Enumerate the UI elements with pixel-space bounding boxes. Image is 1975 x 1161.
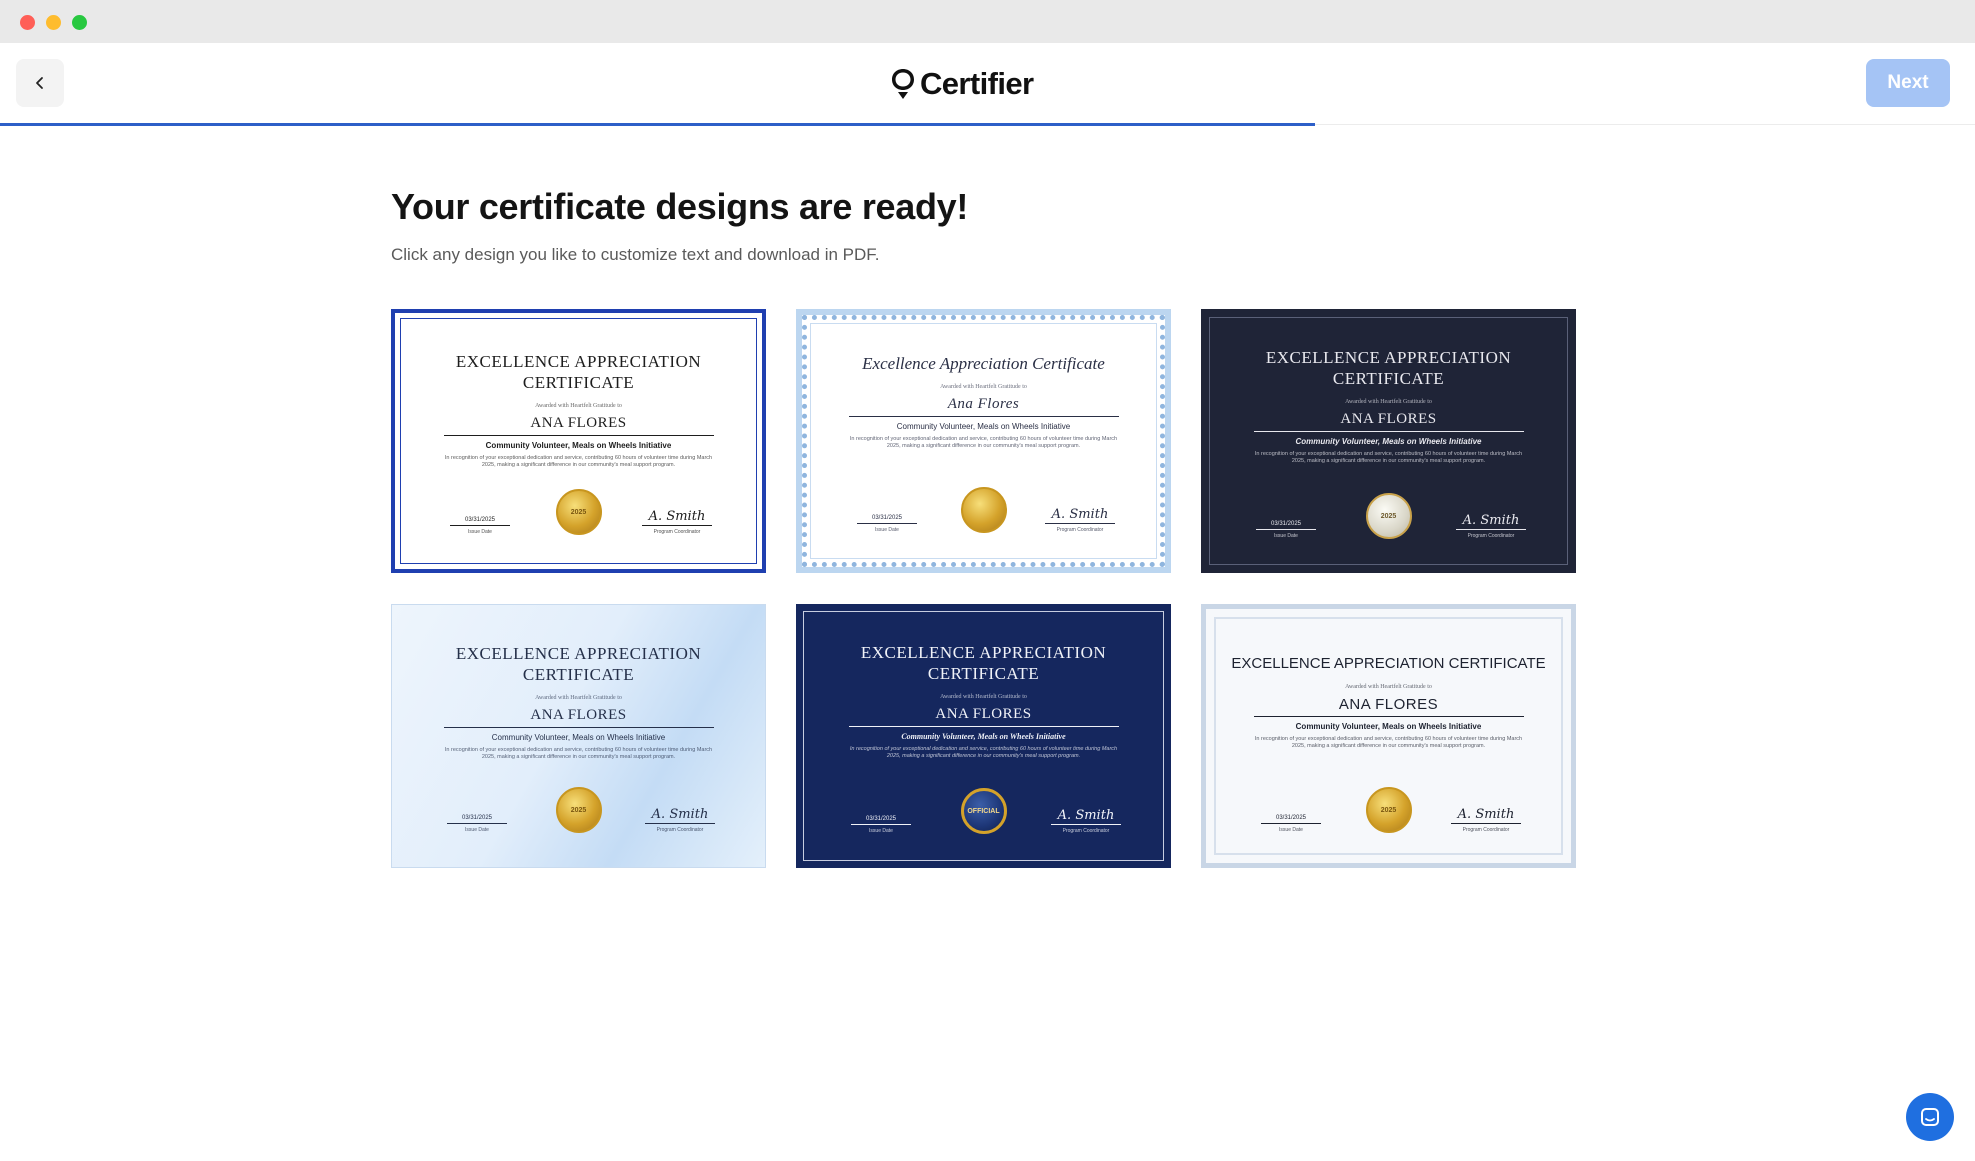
certificate-awarded-line: Awarded with Heartfelt Gratitude to xyxy=(535,695,622,701)
certificate-design-card[interactable]: Excellence Appreciation Certificate Awar… xyxy=(796,309,1171,573)
certificate-description: In recognition of your exceptional dedic… xyxy=(444,455,713,468)
certificate-preview: EXCELLENCE APPRECIATION CERTIFICATE Awar… xyxy=(1206,609,1571,863)
certificate-role: Community Volunteer, Meals on Wheels Ini… xyxy=(485,441,672,450)
seal-icon: OFFICIAL xyxy=(960,788,1007,834)
certificate-awarded-line: Awarded with Heartfelt Gratitude to xyxy=(535,403,622,409)
chevron-left-icon xyxy=(36,77,43,89)
app-name: Certifier xyxy=(920,66,1034,101)
certificate-description: In recognition of your exceptional dedic… xyxy=(849,746,1118,759)
certificate-role: Community Volunteer, Meals on Wheels Ini… xyxy=(896,422,1071,431)
seal-icon: 2025 xyxy=(555,787,602,833)
issue-date: 03/31/2025 xyxy=(447,815,507,824)
design-grid: EXCELLENCE APPRECIATION CERTIFICATE Awar… xyxy=(391,309,1576,869)
signer-label: Program Coordinator xyxy=(653,529,701,535)
certificate-recipient: Ana Flores xyxy=(848,396,1119,417)
certificate-recipient: ANA FLORES xyxy=(443,707,714,728)
certificate-description: In recognition of your exceptional dedic… xyxy=(1254,451,1523,464)
certificate-preview: Excellence Appreciation Certificate Awar… xyxy=(802,315,1165,567)
certificate-description: In recognition of your exceptional dedic… xyxy=(1254,736,1523,749)
signature: A. Smith xyxy=(1051,808,1121,825)
window-titlebar xyxy=(0,0,1975,43)
certificate-footer: 03/31/2025 Issue Date 2025 A. Smith Progra… xyxy=(445,489,712,535)
certificate-recipient: ANA FLORES xyxy=(848,706,1119,727)
back-button[interactable] xyxy=(16,59,64,107)
seal-icon: 2025 xyxy=(1365,493,1412,539)
issue-date: 03/31/2025 xyxy=(450,517,510,526)
issue-date: 03/31/2025 xyxy=(1261,815,1321,824)
certificate-design-card[interactable]: EXCELLENCE APPRECIATION CERTIFICATE Awar… xyxy=(796,604,1171,868)
signature: A. Smith xyxy=(1045,507,1115,524)
certificate-recipient: ANA FLORES xyxy=(443,415,714,436)
certificate-preview: EXCELLENCE APPRECIATION CERTIFICATE Awar… xyxy=(395,313,762,569)
certificate-design-card[interactable]: EXCELLENCE APPRECIATION CERTIFICATE Awar… xyxy=(391,309,766,573)
issue-date-label: Issue Date xyxy=(1274,533,1298,539)
maximize-window-button[interactable] xyxy=(72,15,87,30)
app-header: Certifier Next xyxy=(0,43,1975,126)
certificate-footer: 03/31/2025 Issue Date 2025 A. Smith Progra… xyxy=(1251,493,1526,539)
certificate-role: Community Volunteer, Meals on Wheels Ini… xyxy=(1295,722,1482,731)
certificate-footer: 03/31/2025 Issue Date 2025 A. Smith Progra… xyxy=(1256,787,1521,833)
signer-label: Program Coordinator xyxy=(656,827,704,833)
certificate-description: In recognition of your exceptional dedic… xyxy=(849,436,1118,449)
next-button[interactable]: Next xyxy=(1866,59,1950,107)
certificate-design-card[interactable]: EXCELLENCE APPRECIATION CERTIFICATE Awar… xyxy=(1201,309,1576,573)
signer-label: Program Coordinator xyxy=(1062,828,1110,834)
certificate-preview: EXCELLENCE APPRECIATION CERTIFICATE Awar… xyxy=(1201,309,1576,573)
certificate-description: In recognition of your exceptional dedic… xyxy=(444,747,713,760)
issue-date: 03/31/2025 xyxy=(857,515,917,524)
certificate-footer: 03/31/2025 Issue Date OFFICIAL A. Smith Pr… xyxy=(846,788,1121,834)
chat-launcher-button[interactable] xyxy=(1906,1093,1954,1141)
certificate-role: Community Volunteer, Meals on Wheels Ini… xyxy=(1295,437,1482,446)
certificate-footer: 03/31/2025 Issue Date 2025 A. Smith Progra… xyxy=(442,787,715,833)
certificate-title: EXCELLENCE APPRECIATION CERTIFICATE xyxy=(860,643,1107,683)
close-window-button[interactable] xyxy=(20,15,35,30)
signer-label: Program Coordinator xyxy=(1467,533,1515,539)
minimize-window-button[interactable] xyxy=(46,15,61,30)
progress-bar xyxy=(0,123,1316,126)
chat-icon xyxy=(1921,1108,1939,1126)
certificate-recipient: ANA FLORES xyxy=(1253,696,1524,717)
certificate-design-card[interactable]: EXCELLENCE APPRECIATION CERTIFICATE Awar… xyxy=(1201,604,1576,868)
certificate-awarded-line: Awarded with Heartfelt Gratitude to xyxy=(940,694,1027,700)
signer-label: Program Coordinator xyxy=(1056,527,1104,533)
certificate-awarded-line: Awarded with Heartfelt Gratitude to xyxy=(1345,399,1432,405)
signature: A. Smith xyxy=(642,509,712,526)
certificate-footer: 03/31/2025 Issue Date A. Smith Program Coo… xyxy=(852,487,1115,533)
signer-label: Program Coordinator xyxy=(1462,827,1510,833)
certificate-role: Community Volunteer, Meals on Wheels Ini… xyxy=(901,732,1066,741)
certifier-logo-icon xyxy=(892,69,914,99)
certificate-title: EXCELLENCE APPRECIATION CERTIFICATE xyxy=(455,352,702,392)
issue-date: 03/31/2025 xyxy=(851,816,911,825)
certificate-preview: EXCELLENCE APPRECIATION CERTIFICATE Awar… xyxy=(392,605,765,867)
seal-icon xyxy=(960,487,1007,533)
issue-date-label: Issue Date xyxy=(875,527,899,533)
certificate-title: EXCELLENCE APPRECIATION CERTIFICATE xyxy=(455,644,702,684)
certificate-role: Community Volunteer, Meals on Wheels Ini… xyxy=(491,733,666,742)
page-subtitle: Click any design you like to customize t… xyxy=(391,245,880,264)
certificate-awarded-line: Awarded with Heartfelt Gratitude to xyxy=(940,384,1027,390)
signature: A. Smith xyxy=(645,807,715,824)
page-title: Your certificate designs are ready! xyxy=(391,186,969,227)
issue-date-label: Issue Date xyxy=(465,827,489,833)
certificate-title: Excellence Appreciation Certificate xyxy=(862,354,1105,373)
certificate-design-card[interactable]: EXCELLENCE APPRECIATION CERTIFICATE Awar… xyxy=(391,604,766,868)
signature: A. Smith xyxy=(1451,807,1521,824)
certificate-preview: EXCELLENCE APPRECIATION CERTIFICATE Awar… xyxy=(796,604,1171,868)
certificate-title: EXCELLENCE APPRECIATION CERTIFICATE xyxy=(1265,348,1512,388)
issue-date-label: Issue Date xyxy=(869,828,893,834)
seal-icon: 2025 xyxy=(1365,787,1412,833)
signature: A. Smith xyxy=(1456,513,1526,530)
certificate-awarded-line: Awarded with Heartfelt Gratitude to xyxy=(1345,684,1432,690)
issue-date: 03/31/2025 xyxy=(1256,521,1316,530)
issue-date-label: Issue Date xyxy=(468,529,492,535)
seal-icon: 2025 xyxy=(555,489,602,535)
app-logo: Certifier xyxy=(890,61,1034,107)
issue-date-label: Issue Date xyxy=(1279,827,1303,833)
certificate-recipient: ANA FLORES xyxy=(1253,411,1524,432)
certificate-title: EXCELLENCE APPRECIATION CERTIFICATE xyxy=(1231,655,1546,672)
